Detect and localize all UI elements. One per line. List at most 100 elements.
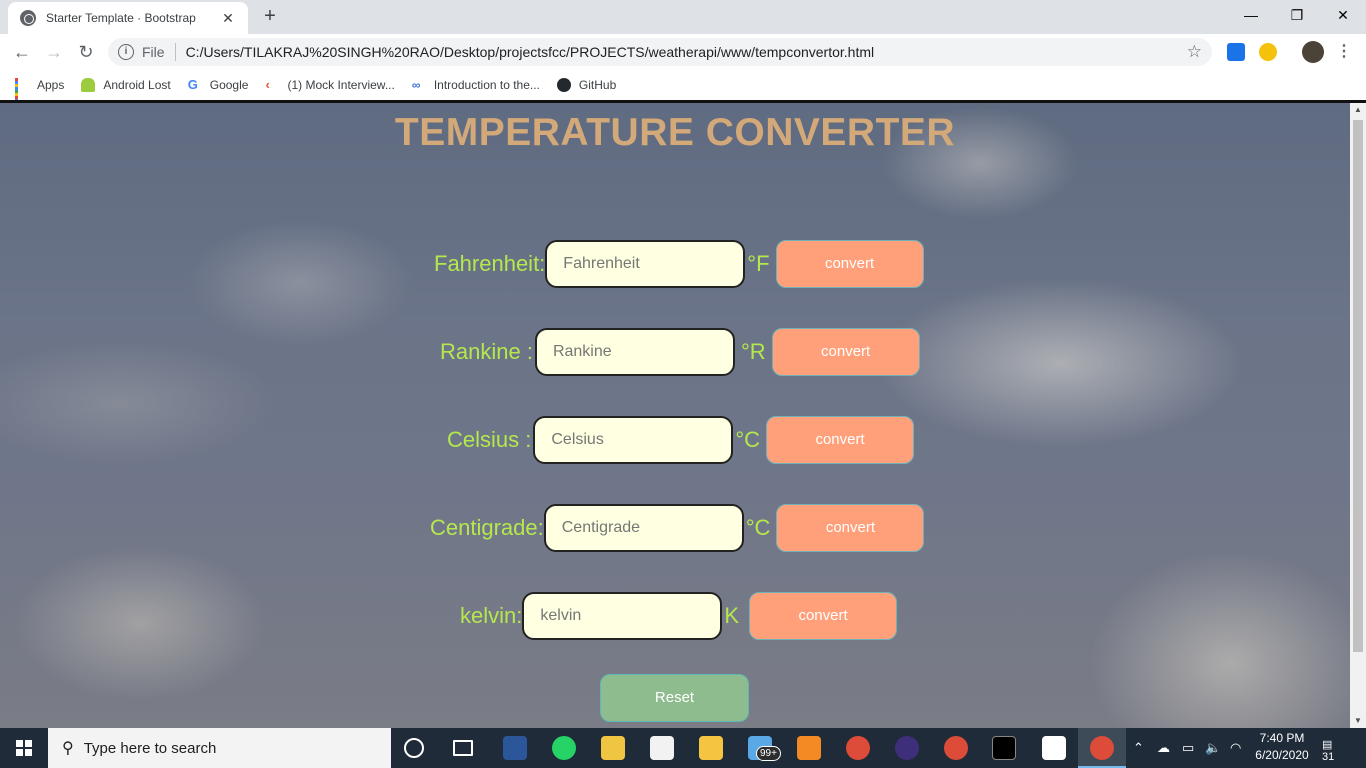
fahrenheit-row: Fahrenheit: °F convert [434, 240, 924, 288]
cortana-icon[interactable] [404, 738, 424, 758]
page-viewport: TEMPERATURE CONVERTER Fahrenheit: °F con… [0, 103, 1350, 728]
volume-icon[interactable]: 🔈 [1205, 728, 1221, 768]
scheme-label: File [142, 44, 165, 60]
rankine-convert-button[interactable]: convert [771, 328, 920, 376]
reload-button[interactable]: ↻ [74, 40, 98, 64]
android-icon [81, 78, 96, 92]
centigrade-unit: °C [745, 515, 771, 540]
kelvin-convert-button[interactable]: convert [749, 592, 898, 640]
browser-toolbar: ← → ↻ i File C:/Users/TILAKRAJ%20SINGH%2… [0, 34, 1366, 70]
new-tab-button[interactable]: + [258, 5, 282, 29]
clock-date: 6/20/2020 [1255, 748, 1309, 762]
task-view-icon[interactable] [453, 740, 473, 756]
celsius-row: Celsius : °C convert [447, 416, 915, 464]
page-title: TEMPERATURE CONVERTER [394, 111, 956, 154]
reset-button[interactable]: Reset [600, 674, 749, 722]
bookmark-label: (1) Mock Interview... [287, 78, 395, 92]
magnifier-icon: ⚲ [62, 740, 74, 757]
bookmark-google[interactable]: G Google [187, 77, 249, 93]
fahrenheit-convert-button[interactable]: convert [775, 240, 924, 288]
windows-taskbar: ⚲ Type here to search 99+ ⌃ ☁ ▭ 🔈 ◠ 7:40… [0, 728, 1366, 768]
url-text[interactable]: C:/Users/TILAKRAJ%20SINGH%20RAO/Desktop/… [186, 44, 1187, 60]
rankine-row: Rankine : °R convert [440, 328, 920, 376]
bookmark-introduction[interactable]: ∞ Introduction to the... [412, 78, 540, 92]
whatsapp-icon[interactable] [552, 736, 576, 760]
celsius-convert-button[interactable]: convert [766, 416, 915, 464]
bookmark-label: Introduction to the... [433, 78, 540, 92]
centigrade-convert-button[interactable]: convert [776, 504, 925, 552]
celsius-input[interactable] [533, 416, 734, 464]
extension-translate-icon[interactable] [1227, 43, 1245, 61]
kelvin-row: kelvin: K convert [460, 592, 898, 640]
scrollbar-thumb[interactable] [1353, 120, 1363, 652]
start-button[interactable] [0, 728, 48, 768]
info-icon[interactable]: i [118, 44, 134, 60]
eclipse-icon[interactable] [895, 736, 919, 760]
taskbar-search[interactable]: ⚲ Type here to search [48, 728, 391, 768]
tray-chevron-icon[interactable]: ⌃ [1133, 728, 1144, 768]
notification-center-icon[interactable]: ▤ 31 [1322, 738, 1344, 763]
bookmark-label: Apps [37, 78, 65, 92]
store-icon[interactable] [650, 736, 674, 760]
close-window-button[interactable]: ✕ [1320, 0, 1366, 30]
network-error-icon[interactable]: ☁ [1157, 728, 1170, 768]
minimize-button[interactable]: — [1228, 0, 1274, 30]
chrome-icon[interactable] [846, 736, 870, 760]
bookmark-apps[interactable]: Apps [15, 78, 65, 105]
bookmark-android-lost[interactable]: Android Lost [81, 78, 171, 92]
tab-close-icon[interactable]: ✕ [220, 10, 236, 27]
rankine-label: Rankine : [440, 339, 533, 364]
bookmark-github[interactable]: GitHub [556, 78, 616, 92]
address-bar[interactable]: i File C:/Users/TILAKRAJ%20SINGH%20RAO/D… [108, 38, 1212, 66]
fahrenheit-label: Fahrenheit: [434, 251, 546, 276]
centigrade-label: Centigrade: [430, 515, 544, 540]
bookmark-star-icon[interactable]: ☆ [1187, 42, 1202, 62]
taskbar-clock[interactable]: 7:40 PM 6/20/2020 [1252, 730, 1312, 764]
word-icon[interactable] [503, 736, 527, 760]
rankine-unit: °R [740, 339, 766, 364]
search-placeholder: Type here to search [83, 739, 217, 757]
terminal-icon[interactable] [992, 736, 1016, 760]
chrome-active-icon[interactable] [1090, 736, 1114, 760]
page-scrollbar[interactable]: ▲ ▼ [1350, 103, 1366, 728]
app-window-icon[interactable] [1042, 736, 1066, 760]
fahrenheit-input[interactable] [545, 240, 746, 288]
github-icon [556, 78, 571, 92]
rankine-input[interactable] [534, 328, 735, 376]
back-button[interactable]: ← [10, 40, 34, 64]
bookmark-label: Android Lost [103, 78, 171, 92]
apps-grid-icon [15, 78, 29, 105]
scroll-up-icon[interactable]: ▲ [1350, 103, 1366, 117]
bookmark-mock-interview[interactable]: ‹ (1) Mock Interview... [265, 77, 395, 93]
centigrade-row: Centigrade: °C convert [430, 504, 925, 552]
mail-badge: 99+ [756, 746, 781, 761]
windows-logo-icon [16, 740, 32, 756]
tab-title: Starter Template · Bootstrap [46, 11, 196, 25]
tab-strip: Starter Template · Bootstrap ✕ + — ❐ ✕ [0, 0, 1366, 34]
mock-interview-icon: ‹ [265, 77, 270, 92]
profile-avatar[interactable] [1302, 41, 1324, 63]
chrome-menu-icon[interactable]: ⋮ [1336, 40, 1352, 64]
battery-icon[interactable]: ▭ [1182, 728, 1194, 768]
extension-puzzle-icon[interactable] [1259, 43, 1277, 61]
file-explorer-doc-icon[interactable] [601, 736, 625, 760]
xampp-icon[interactable] [797, 736, 821, 760]
globe-icon [20, 10, 36, 26]
kelvin-input[interactable] [522, 592, 723, 640]
clock-time: 7:40 PM [1259, 731, 1305, 745]
browser-tab[interactable]: Starter Template · Bootstrap ✕ [8, 2, 248, 34]
scroll-down-icon[interactable]: ▼ [1350, 714, 1366, 728]
forward-button[interactable]: → [42, 40, 66, 64]
wifi-icon[interactable]: ◠ [1230, 728, 1241, 768]
folder-icon[interactable] [699, 736, 723, 760]
celsius-unit: °C [735, 427, 761, 452]
chrome-icon-2[interactable] [944, 736, 968, 760]
centigrade-input[interactable] [543, 504, 744, 552]
google-icon: G [187, 77, 198, 92]
bookmark-label: Google [209, 78, 249, 92]
restore-button[interactable]: ❐ [1274, 0, 1320, 30]
kelvin-label: kelvin: [460, 603, 523, 628]
link-icon: ∞ [411, 78, 421, 92]
fahrenheit-unit: °F [747, 251, 770, 276]
kelvin-unit: K [724, 603, 740, 628]
